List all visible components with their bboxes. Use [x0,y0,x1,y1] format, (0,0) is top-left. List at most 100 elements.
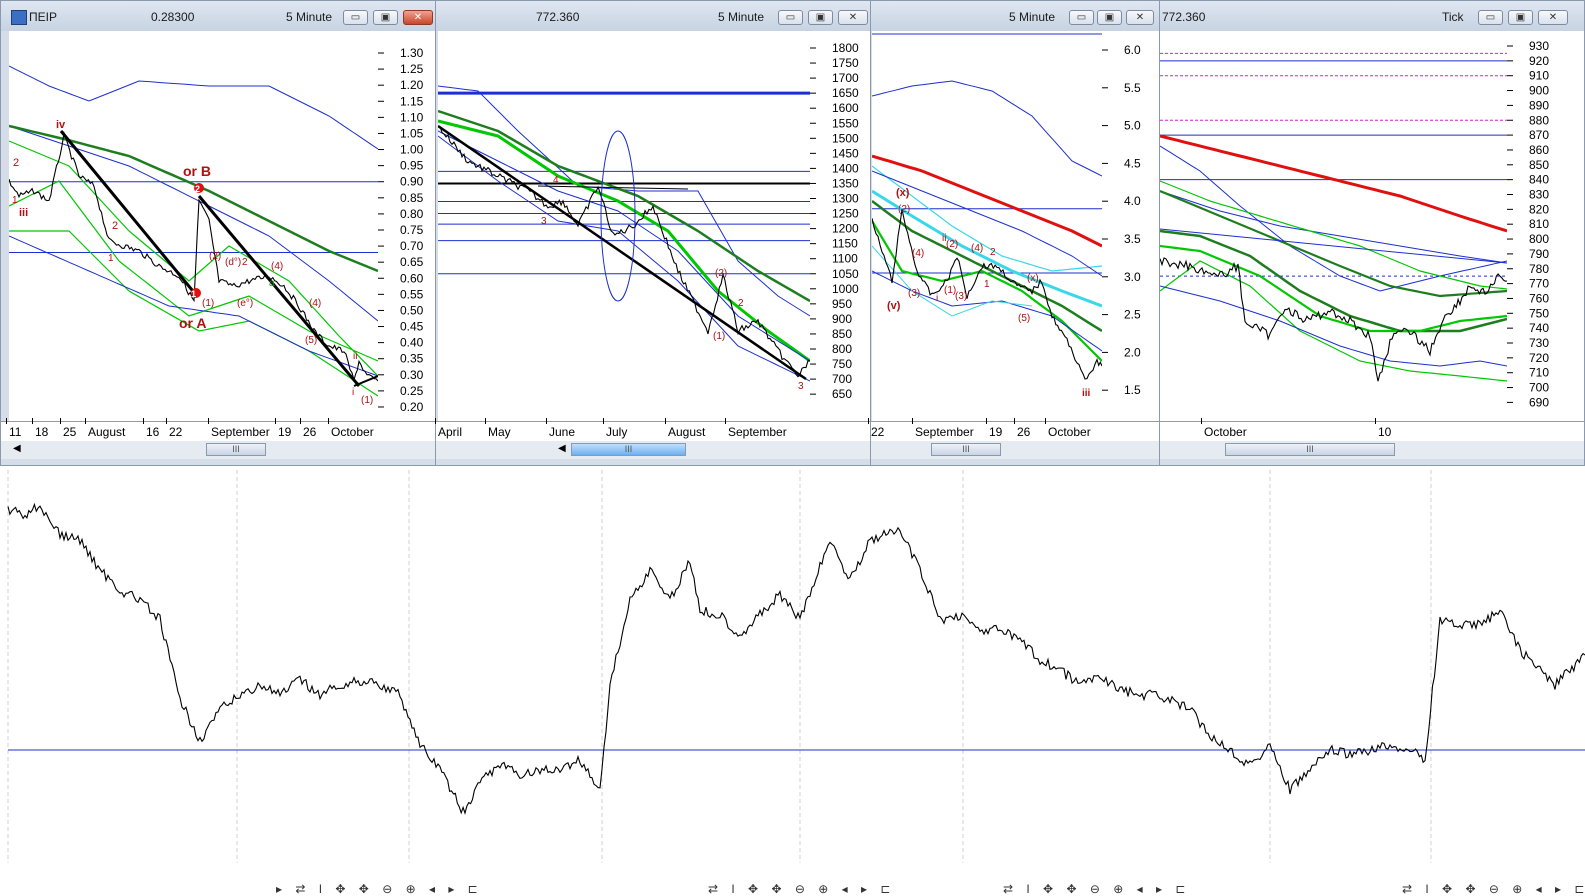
x-tick-label: 19 [989,425,1003,439]
window-3-titlebar[interactable]: 5 Minute ▭ ▣ ✕ [871,1,1160,31]
wave-label: 1 [12,195,18,206]
x-tick-label: October [1048,425,1091,439]
minimize-button[interactable]: ▭ [1069,10,1094,25]
wave-label: i [936,293,938,304]
date-axis-1: 11 18 25 August 16 22 September 19 26 October [1,418,436,442]
scrollbar-2[interactable]: ◀ III ⇄ I ✥ ✥ ⊖ ⊕ ◂ ▸ ⊏ [436,441,890,896]
window-4-titlebar[interactable]: 772.360 Tick ▭ ▣ ✕ [1160,1,1584,31]
minimize-button[interactable]: ▭ [778,10,803,25]
y-axis-4: 9309209109008908808708608508408308208108… [1507,31,1584,421]
y-tick-label: 5.5 [1124,81,1141,95]
y-tick-label: 3.0 [1124,270,1141,284]
scroll-thumb-2[interactable]: III [571,443,686,456]
y-tick-label: 1500 [832,131,859,145]
y-tick-label: 1.10 [400,110,424,124]
x-tick-mark [435,418,436,424]
wave-label: 2 [242,257,248,268]
wave-label: 4 [553,175,559,186]
y-tick-label: 0.70 [400,239,424,253]
highlight-ellipse [600,130,636,302]
wave-label: 2 [990,247,996,258]
close-button[interactable]: ✕ [1538,10,1568,25]
window-1-price: 0.28300 [151,10,195,24]
y-tick-label: 700 [1529,381,1549,395]
y-tick-label: 0.55 [400,287,424,301]
chart-window-3[interactable]: 5 Minute ▭ ▣ ✕ (x) (v) (2) (4) (3) i ii (2) (1)(… [868,0,1185,896]
scroll-thumb-1[interactable]: III [206,443,266,456]
y-tick-label: 5.0 [1124,119,1141,133]
y-tick-label: 1.30 [400,46,424,60]
y-tick-label: 1600 [832,101,859,115]
x-tick-mark [1014,418,1015,424]
maximize-button[interactable]: ▣ [808,10,833,25]
ma-red [1160,134,1507,233]
chart-window-4[interactable]: 772.360 Tick ▭ ▣ ✕ 930 920 910 900 890 880 870… [1159,0,1585,896]
ma-dark-green [872,200,1102,333]
chart-toolbar-4[interactable]: ⇄ I ✥ ✥ ⊖ ⊕ ◂ ▸ ⊏ [1402,882,1585,896]
chart-toolbar-1[interactable]: ▸ ⇄ I ✥ ✥ ⊖ ⊕ ◂ ▸ ⊏ [276,882,483,896]
minimize-button[interactable]: ▭ [343,10,368,25]
date-axis-2: April May June July August September [435,418,871,442]
price-plot-3: (x)(v)(2)(4)(3) iii(2)(1)(3)(4) 21(x)(5)ii… [872,31,1102,421]
y-tick-label: 0.90 [400,175,424,189]
scroll-left-icon[interactable]: ◀ [13,443,21,454]
wave-label: (5) [1018,313,1030,324]
x-tick-label: September [728,425,787,439]
wave-label: iii [19,207,28,219]
x-tick-mark [60,418,61,424]
window-1-icon [11,10,27,25]
y-tick-label: 750 [832,357,852,371]
wave-label: (1) [202,298,214,309]
window-1-titlebar[interactable]: ΠΕΙΡ 0.28300 5 Minute ▭ ▣ ✕ [1,1,436,31]
ma-green [1160,244,1507,333]
lower-band [1160,285,1507,367]
y-tick-label: 1250 [832,207,859,221]
close-button[interactable]: ✕ [838,10,868,25]
y-tick-label: 730 [1529,336,1549,350]
scrollbar-1[interactable]: ◀ III ▸ ⇄ I ✥ ✥ ⊖ ⊕ ◂ ▸ ⊏ [1,441,478,896]
y-tick-label: 1.05 [400,126,424,140]
y-tick-label: 800 [1529,232,1549,246]
close-button[interactable]: ✕ [1126,10,1154,25]
window-2-titlebar[interactable]: 772.360 5 Minute ▭ ▣ ✕ [436,1,871,31]
x-tick-mark [208,418,209,424]
window-4-interval: Tick [1442,10,1464,24]
lower-band [9,235,378,377]
x-tick-label: 22 [871,425,885,439]
bottom-line-panel [0,470,1585,863]
scrollbar-3[interactable]: III ⇄ I ✥ ✥ ⊖ ⊕ ◂ ▸ ⊏ [871,441,1185,896]
x-tick-mark [1201,418,1202,424]
chart-window-1[interactable]: ΠΕΙΡ 0.28300 5 Minute ▭ ▣ ✕ 1 2 or B or A iv… [0,0,478,896]
wave-label: 1 [108,253,114,264]
y-tick-label: 4.0 [1124,194,1141,208]
y-tick-label: 690 [1529,395,1549,409]
close-button[interactable]: ✕ [403,10,433,25]
bottom-series [7,502,1585,816]
x-tick-label: October [1204,425,1247,439]
y-axis-1: 1.30 1.25 1.20 1.15 1.10 1.05 1.00 0.95 0.90 0.85… [378,31,438,421]
maximize-button[interactable]: ▣ [1508,10,1533,25]
wave-label: 3 [798,381,804,392]
minimize-button[interactable]: ▭ [1478,10,1503,25]
trendline [1160,228,1507,264]
x-tick-label: August [668,425,706,439]
x-tick-label: April [438,425,463,439]
y-tick-label: 1.25 [400,62,424,76]
chart-toolbar-3[interactable]: ⇄ I ✥ ✥ ⊖ ⊕ ◂ ▸ ⊏ [1003,882,1190,896]
y-tick-label: 930 [1529,39,1549,53]
maximize-button[interactable]: ▣ [373,10,398,25]
chart-window-2[interactable]: 772.360 5 Minute ▭ ▣ ✕ 4 3 (2) (1) 2 3 1800 17… [435,0,890,896]
scrollbar-4[interactable]: III ⇄ I ✥ ✥ ⊖ ⊕ ◂ ▸ ⊏ [1160,441,1584,896]
chart-toolbar-2[interactable]: ⇄ I ✥ ✥ ⊖ ⊕ ◂ ▸ ⊏ [708,882,895,896]
y-tick-label: 1750 [832,56,859,70]
upper-band [872,80,1102,177]
y-tick-label: 780 [1529,262,1549,276]
scroll-left-icon[interactable]: ◀ [558,443,566,454]
x-tick-mark [166,418,167,424]
scroll-thumb-4[interactable]: III [1225,443,1395,456]
scroll-thumb-3[interactable]: III [931,443,1001,456]
maximize-button[interactable]: ▣ [1097,10,1122,25]
wave-label: 3 [541,216,547,227]
y-tick-label: 760 [1529,291,1549,305]
y-tick-label: 700 [832,372,852,386]
